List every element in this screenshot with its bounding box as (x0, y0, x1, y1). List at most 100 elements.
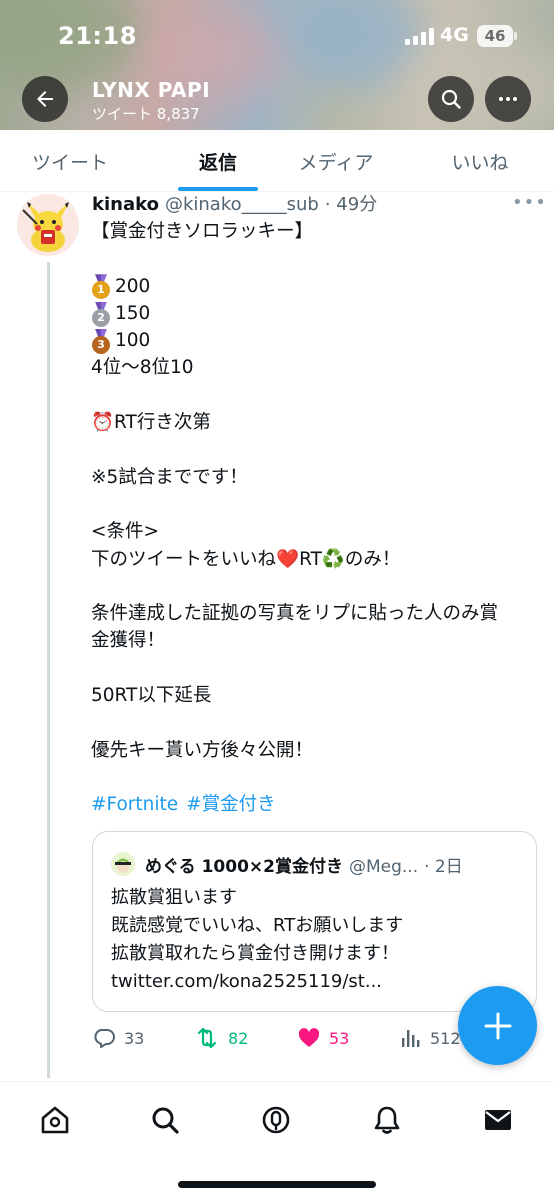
prize-second: 150 (115, 302, 151, 324)
home-icon (41, 1106, 69, 1134)
profile-tabs: ツイート 返信 メディア いいね (0, 130, 554, 192)
tweet-text: 【賞金付きソロラッキー】 1 200 2 150 3 100 4位〜8位10 ⏰… (91, 218, 543, 819)
quote-time: · 2日 (424, 857, 463, 877)
cellular-signal-icon (405, 27, 434, 45)
search-button[interactable] (428, 76, 474, 122)
tweet-line: 2 150 (91, 300, 543, 327)
tweet-line: 優先キー貰い方後々公開！ (91, 739, 314, 761)
heart-filled-icon (298, 1028, 320, 1047)
alarm-clock-icon: ⏰ (91, 412, 115, 434)
tweet-line (91, 764, 543, 791)
condition-end: のみ！ (344, 548, 401, 570)
quote-header: めぐる 1000×2賞金付き @Meg... · 2日 (145, 852, 463, 877)
search-icon (152, 1107, 179, 1134)
tweet-line: 【賞金付きソロラッキー】 (91, 221, 314, 242)
battery-tip (514, 32, 517, 40)
quote-link[interactable]: twitter.com/kona2525119/st... (111, 968, 403, 996)
tweet-line (91, 709, 543, 736)
tweet-line: 1 200 (91, 273, 543, 300)
status-bar: 21:18 4G 46 (0, 0, 554, 70)
medal-disc-gold: 1 (92, 281, 110, 300)
tweet-line (91, 655, 543, 682)
quote-author-handle: @Meg... (348, 857, 419, 877)
quoted-tweet[interactable]: めぐる 1000×2賞金付き @Meg... · 2日 拡散賞狙います 既読感覚… (92, 831, 537, 1012)
retweet-button[interactable]: 82 (194, 1024, 248, 1052)
views-bar-chart-icon (402, 1030, 420, 1047)
prize-first: 200 (115, 275, 151, 297)
medal-disc-silver: 2 (92, 308, 110, 327)
tweet-line: ⏰ RT行き次第 (91, 409, 543, 436)
quote-avatar (111, 852, 135, 876)
nav-search[interactable] (145, 1100, 185, 1140)
compose-button[interactable] (458, 986, 537, 1065)
tweet-count: ツイート 8,837 (92, 105, 200, 123)
tab-tweets[interactable]: ツイート (0, 130, 140, 192)
nav-notifications[interactable] (367, 1100, 407, 1140)
tweet-line (91, 573, 543, 600)
prize-third: 100 (115, 330, 151, 352)
arrow-left-icon (37, 91, 53, 107)
network-type: 4G (440, 24, 469, 46)
reply-count: 33 (124, 1028, 145, 1048)
notifications-bell-icon (374, 1106, 400, 1134)
quote-line: 既読感覚でいいね、RTお願いします (111, 915, 404, 936)
condition-rt: RT (299, 548, 322, 570)
tweet-line (91, 245, 543, 272)
retweet-count: 82 (228, 1028, 249, 1048)
like-count: 53 (329, 1028, 350, 1048)
tweet-line: ※5試合までです！ (91, 466, 248, 488)
thread-line (47, 262, 50, 1078)
profile-name: LYNX PAPI (92, 78, 211, 102)
like-button[interactable]: 53 (297, 1024, 349, 1052)
more-horizontal-icon (499, 97, 517, 101)
quote-line: 拡散賞取れたら賞金付き開けます！ (111, 943, 399, 964)
bronze-medal-icon: 3 (91, 328, 111, 354)
nav-home[interactable] (35, 1100, 75, 1140)
gold-medal-icon: 1 (91, 274, 111, 300)
status-time: 21:18 (58, 22, 137, 50)
quote-avatar-icon (111, 852, 135, 876)
home-indicator (178, 1181, 376, 1188)
back-button[interactable] (22, 76, 68, 122)
quote-text: 拡散賞狙います 既読感覚でいいね、RTお願いします 拡散賞取れたら賞金付き開けま… (111, 884, 403, 996)
tweet-more-icon[interactable]: ••• (512, 192, 547, 213)
plus-icon (484, 1012, 511, 1039)
retweet-icon (197, 1027, 217, 1049)
tweet-line (91, 382, 543, 409)
reply-icon (94, 1029, 115, 1048)
nav-messages[interactable] (478, 1100, 518, 1140)
nav-spaces[interactable] (256, 1100, 296, 1140)
search-icon (441, 89, 461, 109)
quote-author-name: めぐる 1000×2賞金付き (145, 857, 343, 877)
hashtag-link[interactable]: #Fortnite (91, 791, 178, 818)
battery-icon: 46 (477, 25, 513, 47)
author-handle[interactable]: @kinako_____sub (165, 194, 319, 215)
tweet-line (91, 436, 543, 463)
rt-condition-text: RT行き次第 (114, 412, 211, 434)
hashtags: #Fortnite #賞金付き (91, 791, 543, 818)
tab-media[interactable]: メディア (266, 130, 406, 192)
tweet-line: <条件> (91, 521, 160, 543)
views-button[interactable]: 512 (400, 1024, 461, 1052)
tab-likes[interactable]: いいね (410, 130, 550, 192)
quote-line: 拡散賞狙います (111, 887, 237, 908)
tweet-line: 下のツイートをいいね ❤️ RT ♻️ のみ！ (91, 546, 543, 573)
views-count: 512 (430, 1028, 461, 1048)
hashtag-link[interactable]: #賞金付き (186, 791, 276, 818)
tweet-line: 条件達成した証拠の写真をリプに貼った人のみ賞 (91, 603, 499, 625)
spaces-icon (262, 1106, 290, 1134)
pikachu-avatar-icon (17, 194, 79, 256)
tweet-header: kinako @kinako_____sub · 49分 (92, 190, 377, 216)
tweet-line (91, 491, 543, 518)
reply-button[interactable]: 33 (92, 1024, 144, 1052)
avatar[interactable] (17, 194, 79, 256)
messages-envelope-icon (485, 1110, 511, 1130)
tweet-line: 金獲得！ (91, 630, 166, 652)
condition-text: 下のツイートをいいね (91, 548, 277, 570)
tweet-time[interactable]: · 49分 (325, 190, 377, 216)
author-name[interactable]: kinako (92, 194, 159, 215)
recycle-emoji-icon: ♻️ (321, 548, 345, 570)
medal-disc-bronze: 3 (92, 335, 110, 354)
more-button[interactable] (485, 76, 531, 122)
profile-header-banner: 21:18 4G 46 LYNX PAPI ツイート 8,837 (0, 0, 554, 130)
